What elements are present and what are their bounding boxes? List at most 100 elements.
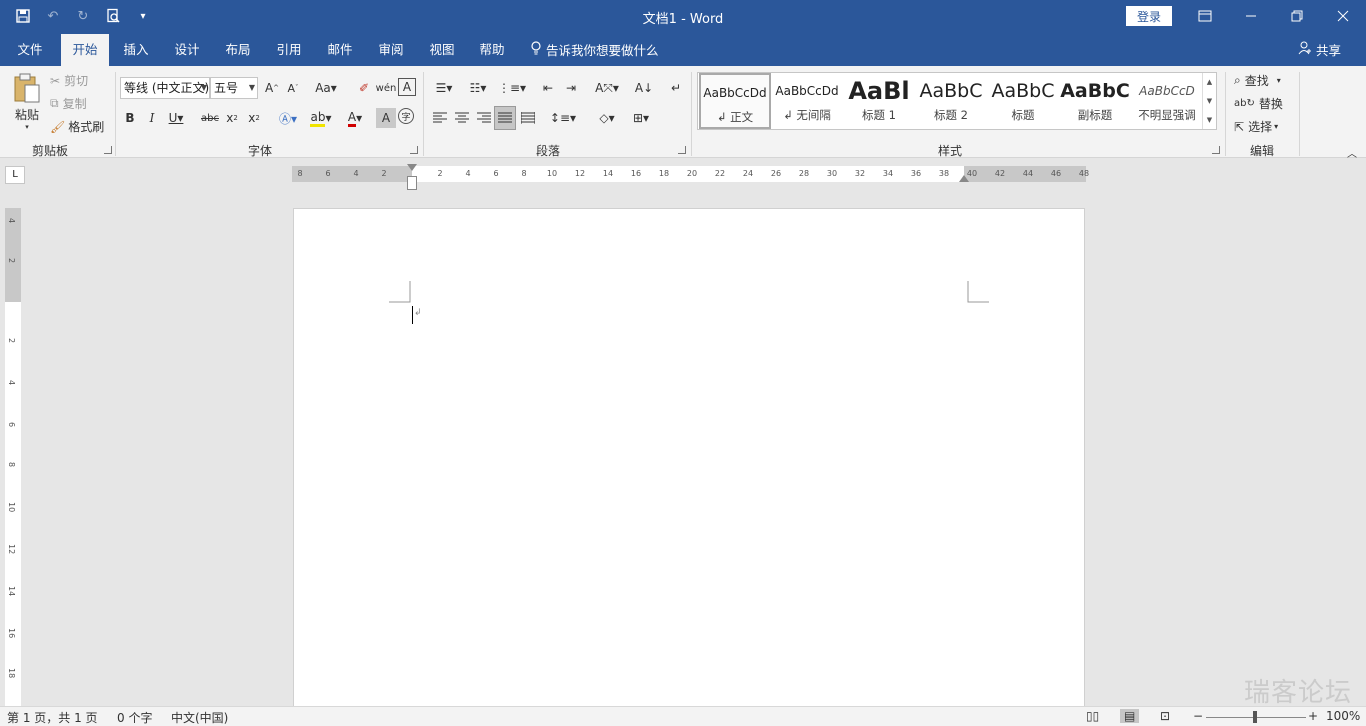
ruler-tick-label: 14 xyxy=(7,586,16,597)
style-normal[interactable]: AaBbCcDd ↲ 正文 xyxy=(699,73,771,129)
cut-button[interactable]: ✂ 剪切 xyxy=(50,72,88,89)
align-right-icon[interactable] xyxy=(474,108,494,128)
text-effects-icon[interactable]: Ⓐ▾ xyxy=(274,108,302,128)
tab-insert[interactable]: 插入 xyxy=(115,34,157,66)
tab-references[interactable]: 引用 xyxy=(268,34,310,66)
paste-button[interactable]: 粘贴 ▾ xyxy=(10,72,44,132)
font-name-combobox[interactable]: 等线 (中文正文) ▼ xyxy=(120,77,210,99)
paragraph-dialog-launcher-icon[interactable] xyxy=(678,146,686,154)
tell-me-search[interactable]: 告诉我你想要做什么 xyxy=(530,40,659,59)
grow-font-icon[interactable]: A ^ xyxy=(262,78,282,98)
print-layout-icon[interactable]: ▤ xyxy=(1120,709,1140,723)
font-color-icon[interactable]: A ▾ xyxy=(340,108,370,128)
ruler-tick-label: 34 xyxy=(882,169,894,178)
styles-dialog-launcher-icon[interactable] xyxy=(1212,146,1220,154)
copy-button[interactable]: ⧉ 复制 xyxy=(50,95,87,112)
bullets-icon[interactable]: ☰▾ xyxy=(430,78,458,98)
line-spacing-icon[interactable]: ↕≡▾ xyxy=(548,108,578,128)
bold-icon[interactable]: B xyxy=(120,108,140,128)
customize-qat-icon[interactable]: ▾ xyxy=(132,5,154,27)
style-no-spacing[interactable]: AaBbCcDd ↲ 无间隔 xyxy=(771,73,843,129)
show-formatting-marks-icon[interactable]: ↵ xyxy=(666,78,686,98)
tab-layout[interactable]: 布局 xyxy=(217,34,259,66)
language[interactable]: 中文(中国) xyxy=(171,709,228,726)
undo-icon[interactable]: ↶ xyxy=(42,5,64,27)
shrink-font-icon[interactable]: Aˇ xyxy=(283,78,303,98)
horizontal-ruler[interactable]: 8 6 4 2 2 4 6 8 10 12 14 16 18 20 22 24 26 28 30 32 34 36 38 40… xyxy=(292,164,1089,190)
change-case-icon[interactable]: Aa▾ xyxy=(312,78,340,98)
phonetic-guide-icon[interactable]: wén xyxy=(376,78,397,98)
zoom-slider-thumb[interactable] xyxy=(1253,711,1257,723)
print-preview-icon[interactable] xyxy=(102,5,124,27)
replace-button[interactable]: ab↻ 替换 xyxy=(1234,95,1283,112)
close-icon[interactable] xyxy=(1320,0,1366,32)
word-count[interactable]: 0 个字 xyxy=(117,709,152,726)
zoom-level[interactable]: 100% xyxy=(1326,709,1360,723)
tab-file[interactable]: 文件 xyxy=(8,34,52,66)
tab-view[interactable]: 视图 xyxy=(421,34,463,66)
ruler-tick-label: 24 xyxy=(742,169,754,178)
style-subtitle[interactable]: AaBbC 副标题 xyxy=(1059,73,1131,129)
align-center-icon[interactable] xyxy=(452,108,472,128)
find-button[interactable]: ⌕ 查找 ▾ xyxy=(1234,72,1281,89)
font-dialog-launcher-icon[interactable] xyxy=(410,146,418,154)
page-count[interactable]: 第 1 页，共 1 页 xyxy=(7,709,98,726)
collapse-ribbon-icon[interactable]: ︿ xyxy=(1342,142,1362,162)
more-styles-icon[interactable]: ▼ xyxy=(1207,116,1212,124)
tab-help[interactable]: 帮助 xyxy=(471,34,513,66)
numbering-icon[interactable]: ☷▾ xyxy=(464,78,492,98)
read-mode-icon[interactable]: ▯▯ xyxy=(1086,709,1099,723)
zoom-in-icon[interactable]: + xyxy=(1308,709,1318,723)
ruler-tick-label: 12 xyxy=(574,169,586,178)
minimize-icon[interactable] xyxy=(1228,0,1274,32)
multilevel-list-icon[interactable]: ⋮≡▾ xyxy=(498,78,526,98)
tab-selector[interactable]: L xyxy=(5,166,25,184)
redo-icon[interactable]: ↻ xyxy=(72,5,94,27)
style-subtle-emphasis[interactable]: AaBbCcD 不明显强调 xyxy=(1131,73,1203,129)
font-size-combobox[interactable]: 五号 ▼ xyxy=(210,77,258,99)
highlight-color-icon[interactable]: ab ▾ xyxy=(306,108,336,128)
vertical-ruler[interactable]: 4 2 2 4 6 8 10 12 14 16 18 xyxy=(5,208,21,708)
left-indent-marker[interactable] xyxy=(407,176,417,190)
ribbon-display-options-icon[interactable] xyxy=(1182,0,1228,32)
clipboard-dialog-launcher-icon[interactable] xyxy=(104,146,112,154)
justify-icon[interactable] xyxy=(494,106,516,130)
borders-icon[interactable]: ⊞▾ xyxy=(626,108,656,128)
tab-review[interactable]: 审阅 xyxy=(370,34,412,66)
web-layout-icon[interactable]: ⊡ xyxy=(1160,709,1170,723)
character-border-icon[interactable]: A xyxy=(398,78,416,96)
underline-icon[interactable]: U▾ xyxy=(164,108,188,128)
subscript-icon[interactable]: x2 xyxy=(222,108,242,128)
italic-icon[interactable]: I xyxy=(142,108,162,128)
chevron-up-icon[interactable]: ▲ xyxy=(1207,78,1212,86)
login-button[interactable]: 登录 xyxy=(1126,6,1172,26)
styles-scrollbar[interactable]: ▲ ▼ ▼ xyxy=(1202,73,1216,129)
format-painter-button[interactable]: 🖌 格式刷 xyxy=(50,118,104,135)
superscript-icon[interactable]: x2 xyxy=(244,108,264,128)
increase-indent-icon[interactable]: ⇥ xyxy=(561,78,581,98)
first-line-indent-marker[interactable] xyxy=(407,164,417,171)
distributed-icon[interactable] xyxy=(518,108,538,128)
clear-formatting-icon[interactable]: ✐ xyxy=(354,78,374,98)
zoom-out-icon[interactable]: − xyxy=(1193,709,1203,723)
tab-design[interactable]: 设计 xyxy=(166,34,208,66)
save-icon[interactable] xyxy=(12,5,34,27)
align-left-icon[interactable] xyxy=(430,108,450,128)
enclose-characters-icon[interactable]: 字 xyxy=(398,108,414,124)
share-button[interactable]: 共享 xyxy=(1298,40,1341,59)
chinese-layout-icon[interactable]: A⤧▾ xyxy=(592,78,622,98)
style-heading-1[interactable]: AaBl 标题 1 xyxy=(843,73,915,129)
chevron-down-icon[interactable]: ▼ xyxy=(1207,97,1212,105)
select-button[interactable]: ⇱ 选择 ▾ xyxy=(1234,118,1278,135)
document-page[interactable] xyxy=(293,208,1085,708)
paragraph-shading-icon[interactable]: ◇▾ xyxy=(592,108,622,128)
restore-icon[interactable] xyxy=(1274,0,1320,32)
strikethrough-icon[interactable]: abc xyxy=(198,108,222,128)
style-heading-2[interactable]: AaBbC 标题 2 xyxy=(915,73,987,129)
sort-icon[interactable]: A↓ xyxy=(634,78,654,98)
tab-home[interactable]: 开始 xyxy=(61,34,109,66)
tab-mailings[interactable]: 邮件 xyxy=(319,34,361,66)
decrease-indent-icon[interactable]: ⇤ xyxy=(538,78,558,98)
style-title[interactable]: AaBbC 标题 xyxy=(987,73,1059,129)
character-shading-icon[interactable]: A xyxy=(376,108,396,128)
